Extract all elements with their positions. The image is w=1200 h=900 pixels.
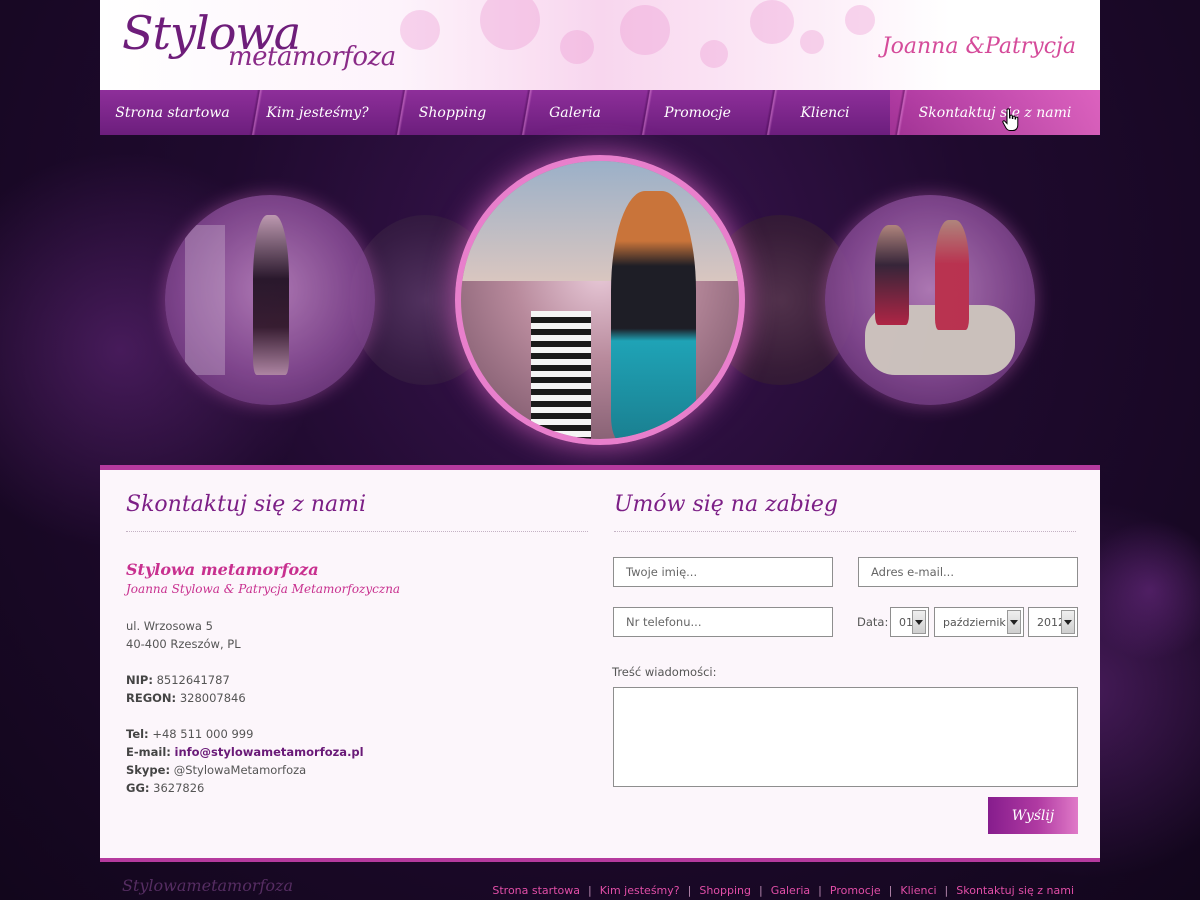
nav-item-gallery[interactable]: Galeria <box>515 90 635 135</box>
separator: | <box>818 884 822 897</box>
footer: Stylowametamorfoza Strona startowa | Kim … <box>100 858 1100 900</box>
email-label: E-mail: <box>126 745 171 759</box>
separator: | <box>759 884 763 897</box>
footer-nav: Strona startowa | Kim jesteśmy? | Shopping… <box>492 884 1074 897</box>
booking-title: Umów się na zabieg <box>614 492 839 517</box>
regon-value: 328007846 <box>179 691 246 705</box>
footer-link-shopping[interactable]: Shopping <box>699 884 751 897</box>
nip-label: NIP: <box>126 673 153 687</box>
separator: | <box>587 884 592 897</box>
gg-label: GG: <box>126 781 150 795</box>
skype-label: Skype: <box>126 763 171 777</box>
nav-item-promotions[interactable]: Promocje <box>635 90 760 135</box>
nip-value: 8512641787 <box>156 673 230 687</box>
divider <box>614 531 1076 532</box>
brand-owners: Joanna Stylowa & Patrycja Metamorfozyczn… <box>126 582 401 596</box>
divider <box>126 531 588 532</box>
footer-link-clients[interactable]: Klienci <box>900 884 936 897</box>
main-nav: Strona startowa Kim jesteśmy? Shopping G… <box>100 90 1100 135</box>
address-line1: ul. Wrzosowa 5 <box>126 619 213 633</box>
separator: | <box>888 884 893 897</box>
company-ids: NIP: 8512641787 REGON: 328007846 <box>126 671 246 707</box>
tel-label: Tel: <box>126 727 149 741</box>
tel-value: +48 511 000 999 <box>152 727 254 741</box>
skype-value: @StylowaMetamorfoza <box>173 763 307 777</box>
message-textarea[interactable] <box>613 687 1078 787</box>
chevron-down-icon[interactable] <box>912 610 926 634</box>
month-value: październik <box>943 616 1006 629</box>
footer-link-promotions[interactable]: Promocje <box>830 884 881 897</box>
page: Stylowa metamorfoza Joanna &Patrycja Str… <box>100 0 1100 900</box>
slide-photo-main[interactable] <box>455 155 745 445</box>
address-block: ul. Wrzosowa 5 40-400 Rzeszów, PL <box>126 617 241 653</box>
footer-link-home[interactable]: Strona startowa <box>492 884 580 897</box>
address-line2: 40-400 Rzeszów, PL <box>126 637 241 651</box>
nav-item-clients[interactable]: Klienci <box>760 90 890 135</box>
separator: | <box>687 884 692 897</box>
footer-link-contact[interactable]: Skontaktuj się z nami <box>956 884 1074 897</box>
logo-line2: metamorfoza <box>228 42 396 72</box>
day-value: 01 <box>899 616 913 629</box>
hero-slider <box>100 135 1100 465</box>
nav-item-about[interactable]: Kim jesteśmy? <box>245 90 390 135</box>
content-panel: Skontaktuj się z nami Stylowa metamorfoz… <box>100 465 1100 858</box>
chevron-down-icon[interactable] <box>1007 610 1021 634</box>
footer-logo-line1: Stylowa <box>122 876 187 895</box>
name-input[interactable]: Twoje imię... <box>613 557 833 587</box>
hand-cursor-icon <box>1002 108 1019 131</box>
contact-details: Tel: +48 511 000 999 E-mail: info@stylow… <box>126 725 364 797</box>
gg-value: 3627826 <box>153 781 205 795</box>
footer-link-about[interactable]: Kim jesteśmy? <box>600 884 680 897</box>
logo[interactable]: Stylowa metamorfoza <box>122 6 442 82</box>
phone-input[interactable]: Nr telefonu... <box>613 607 833 637</box>
footer-logo[interactable]: Stylowametamorfoza <box>122 872 293 897</box>
nav-item-shopping[interactable]: Shopping <box>390 90 515 135</box>
email-input[interactable]: Adres e-mail... <box>858 557 1078 587</box>
chevron-down-icon[interactable] <box>1061 610 1075 634</box>
month-select[interactable]: październik <box>934 607 1024 637</box>
authors-tagline: Joanna &Patrycja <box>881 34 1076 59</box>
day-select[interactable]: 01 <box>890 607 929 637</box>
separator: | <box>944 884 949 897</box>
email-link[interactable]: info@stylowametamorfoza.pl <box>175 745 364 759</box>
regon-label: REGON: <box>126 691 177 705</box>
year-select[interactable]: 2012 <box>1028 607 1078 637</box>
header: Stylowa metamorfoza Joanna &Patrycja <box>100 0 1100 90</box>
footer-link-gallery[interactable]: Galeria <box>771 884 810 897</box>
nav-item-contact[interactable]: Skontaktuj się z nami <box>890 90 1100 135</box>
message-label: Treść wiadomości: <box>612 665 717 679</box>
date-label: Data: <box>857 615 889 629</box>
send-button[interactable]: Wyślij <box>988 797 1078 834</box>
footer-logo-line2: metamorfoza <box>186 876 294 895</box>
contact-title: Skontaktuj się z nami <box>126 492 367 517</box>
nav-item-home[interactable]: Strona startowa <box>100 90 245 135</box>
slide-photo-right[interactable] <box>825 195 1035 405</box>
slide-photo-left[interactable] <box>165 195 375 405</box>
brand-name: Stylowa metamorfoza <box>126 560 319 579</box>
